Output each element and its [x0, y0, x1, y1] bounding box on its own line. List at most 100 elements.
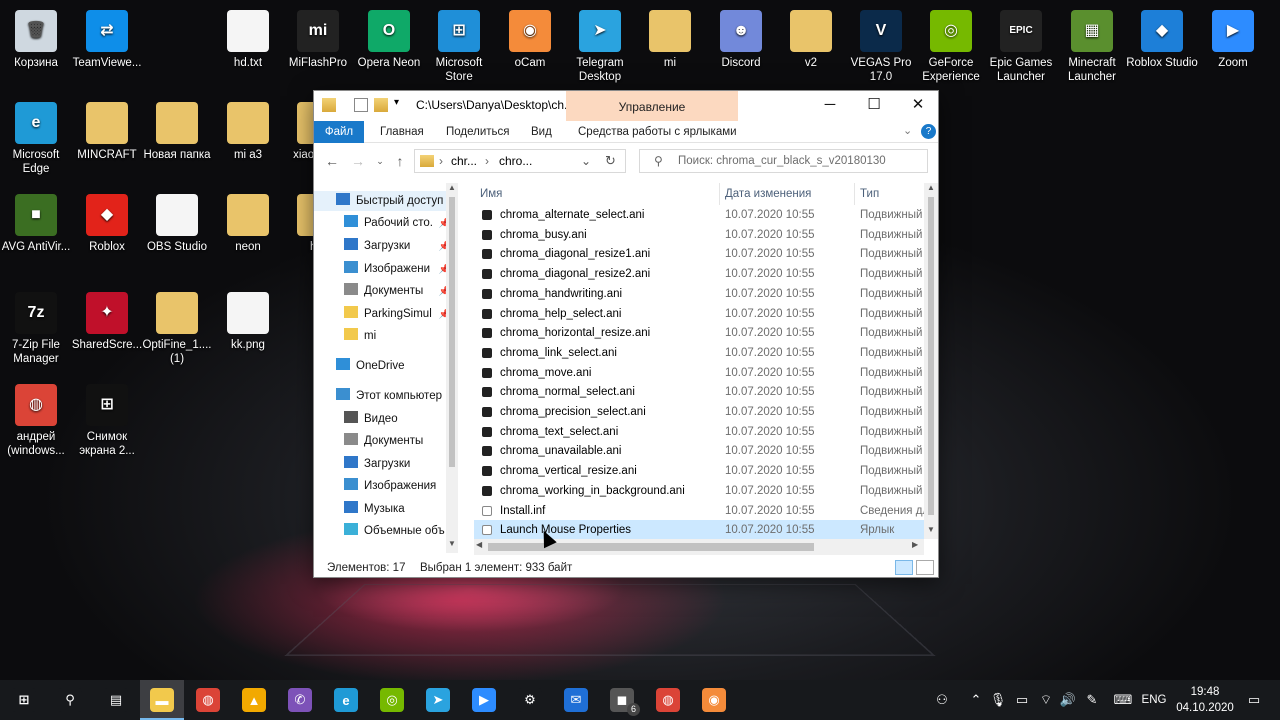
desktop-shortcut[interactable]: mi [634, 10, 706, 70]
sidebar-item[interactable]: Видео [314, 409, 454, 429]
back-button[interactable]: ← [322, 152, 342, 170]
forward-button[interactable]: → [348, 152, 368, 170]
column-header-name[interactable]: Имя [480, 183, 502, 205]
sidebar-item[interactable]: Загрузки 📌 [314, 236, 454, 256]
minimize-button[interactable]: ─ [808, 91, 852, 119]
column-separator[interactable] [854, 183, 855, 205]
title-bar[interactable]: ▾ C:\Users\Danya\Desktop\ch... Управлени… [314, 91, 940, 121]
file-row[interactable]: chroma_precision_select.ani 10.07.2020 10… [474, 402, 924, 422]
clock[interactable]: 19:48 04.10.2020 [1170, 684, 1240, 716]
expand-ribbon-icon[interactable]: ⌄ [903, 124, 912, 137]
file-row[interactable]: chroma_help_select.ani 10.07.2020 10:55 По… [474, 304, 924, 324]
sidebar-item[interactable]: Документы [314, 431, 454, 451]
details-view-button[interactable] [895, 560, 913, 575]
desktop-shortcut[interactable]: mi a3 [212, 102, 284, 162]
sidebar-item[interactable]: Изображени 📌 [314, 259, 454, 279]
telegram-icon[interactable]: ➤ [426, 688, 450, 712]
desktop-shortcut[interactable]: ◍ андрей (windows... [0, 384, 72, 458]
tab-view[interactable]: Вид [531, 121, 552, 143]
sidebar-item[interactable]: OneDrive [314, 356, 454, 376]
microphone-icon[interactable]: 🎙 [988, 680, 1008, 720]
file-row[interactable]: chroma_normal_select.ani 10.07.2020 10:55… [474, 382, 924, 402]
file-list-scrollbar[interactable]: ▲ ▼ [924, 183, 938, 539]
edge-icon[interactable]: e [334, 688, 358, 712]
sidebar-item[interactable]: Объемные объ [314, 521, 454, 541]
language-indicator[interactable]: ENG [1140, 680, 1168, 720]
chrome-icon[interactable]: ◍ [196, 688, 220, 712]
nav-scrollbar-thumb[interactable] [449, 197, 455, 467]
viber-icon[interactable]: ✆ [288, 688, 312, 712]
sidebar-item[interactable]: Быстрый доступ [314, 191, 454, 211]
desktop-shortcut[interactable]: Новая папка [141, 102, 213, 162]
horizontal-scrollbar-thumb[interactable] [488, 543, 814, 551]
desktop-shortcut[interactable]: EPIC Epic Games Launcher [985, 10, 1057, 84]
scroll-up-icon[interactable]: ▲ [448, 183, 456, 192]
desktop-shortcut[interactable]: V VEGAS Pro 17.0 [845, 10, 917, 84]
desktop-shortcut[interactable]: ⇄ TeamViewe... [71, 10, 143, 70]
scroll-down-icon[interactable]: ▼ [448, 539, 456, 548]
desktop-shortcut[interactable]: mi MiFlashPro [282, 10, 354, 70]
file-row[interactable]: chroma_unavailable.ani 10.07.2020 10:55 По… [474, 441, 924, 461]
recent-locations-button[interactable]: ⌄ [370, 152, 390, 170]
desktop-shortcut[interactable]: ⊞ Снимок экрана 2... [71, 384, 143, 458]
file-list-scrollbar-thumb[interactable] [928, 197, 934, 515]
desktop-shortcut[interactable]: ☻ Discord [705, 10, 777, 70]
nav-scrollbar[interactable]: ▲ ▼ [446, 183, 458, 553]
help-icon[interactable]: ? [921, 124, 936, 139]
desktop-shortcut[interactable]: v2 [775, 10, 847, 70]
desktop-shortcut[interactable]: ◆ Roblox [71, 194, 143, 254]
desktop-shortcut[interactable]: hd.txt [212, 10, 284, 70]
file-row[interactable]: chroma_horizontal_resize.ani 10.07.2020 1… [474, 323, 924, 343]
quick-access-dropdown-icon[interactable]: ▾ [394, 97, 399, 108]
file-row[interactable]: chroma_busy.ani 10.07.2020 10:55 Подвижный [474, 225, 924, 245]
sidebar-item[interactable]: mi [314, 326, 454, 346]
tab-home[interactable]: Главная [380, 121, 424, 143]
large-icons-view-button[interactable] [916, 560, 934, 575]
desktop-shortcut[interactable]: ■ AVG AntiVir... [0, 194, 72, 254]
file-row[interactable]: chroma_alternate_select.ani 10.07.2020 10… [474, 205, 924, 225]
file-row[interactable]: chroma_diagonal_resize2.ani 10.07.2020 10… [474, 264, 924, 284]
unknown-app-icon[interactable]: ◼ 6 [610, 688, 640, 716]
desktop-shortcut[interactable]: MINCRAFT [71, 102, 143, 162]
close-button[interactable]: ✕ [896, 91, 940, 119]
pen-workspace-icon[interactable]: ✎ [1082, 680, 1102, 720]
column-separator[interactable] [719, 183, 720, 205]
file-row[interactable]: chroma_handwriting.ani 10.07.2020 10:55 По… [474, 284, 924, 304]
tab-share[interactable]: Поделиться [446, 121, 510, 143]
nvidia-icon[interactable]: ◎ [380, 688, 404, 712]
scroll-down-icon[interactable]: ▼ [927, 525, 935, 534]
maximize-button[interactable]: ☐ [852, 91, 896, 119]
breadcrumb-item[interactable]: chr... [451, 154, 477, 168]
column-header-date[interactable]: Дата изменения [725, 183, 811, 205]
file-explorer-window[interactable]: ▾ C:\Users\Danya\Desktop\ch... Управлени… [313, 90, 939, 578]
desktop-shortcut[interactable]: OBS Studio [141, 194, 213, 254]
keyboard-icon[interactable]: ⌨ [1110, 680, 1136, 720]
file-row[interactable]: chroma_vertical_resize.ani 10.07.2020 10:… [474, 461, 924, 481]
settings-icon[interactable]: ⚙ [518, 688, 542, 712]
desktop-shortcut[interactable]: neon [212, 194, 284, 254]
desktop-shortcut[interactable]: ✦ SharedScre... [71, 292, 143, 352]
desktop-shortcut[interactable]: ◎ GeForce Experience [915, 10, 987, 84]
zoom-taskbar-icon[interactable]: ▶ [472, 688, 496, 712]
file-row[interactable]: Install.inf 10.07.2020 10:55 Сведения дл [474, 501, 924, 521]
desktop-shortcut[interactable]: ◆ Roblox Studio [1126, 10, 1198, 70]
breadcrumb-item[interactable]: chro... [499, 154, 532, 168]
properties-quick-access-icon[interactable] [354, 98, 368, 112]
up-button[interactable]: ↑ [390, 152, 410, 170]
action-center-icon[interactable]: ▭ [1242, 680, 1266, 720]
volume-icon[interactable]: 🔊 [1058, 680, 1078, 720]
file-row[interactable]: chroma_working_in_background.ani 10.07.20… [474, 481, 924, 501]
desktop-shortcut[interactable]: 7z 7-Zip File Manager [0, 292, 72, 366]
file-explorer-icon[interactable]: ▬ [150, 688, 174, 712]
avast-icon[interactable]: ▲ [242, 688, 266, 712]
desktop-shortcut[interactable]: e Microsoft Edge [0, 102, 72, 176]
sidebar-item[interactable]: Загрузки [314, 454, 454, 474]
start-button-icon[interactable]: ⊞ [12, 688, 36, 712]
desktop-shortcut[interactable]: ▦ Minecraft Launcher [1056, 10, 1128, 84]
mail-icon[interactable]: ✉ [564, 688, 588, 712]
people-icon[interactable]: ⚇ [930, 680, 954, 720]
sidebar-item[interactable]: Этот компьютер [314, 386, 454, 406]
sidebar-item[interactable]: Документы 📌 [314, 281, 454, 301]
search-input[interactable]: Поиск: chroma_cur_black_s_v20180130 [639, 149, 928, 173]
tab-shortcut-tools[interactable]: Средства работы с ярлыками [578, 121, 737, 143]
